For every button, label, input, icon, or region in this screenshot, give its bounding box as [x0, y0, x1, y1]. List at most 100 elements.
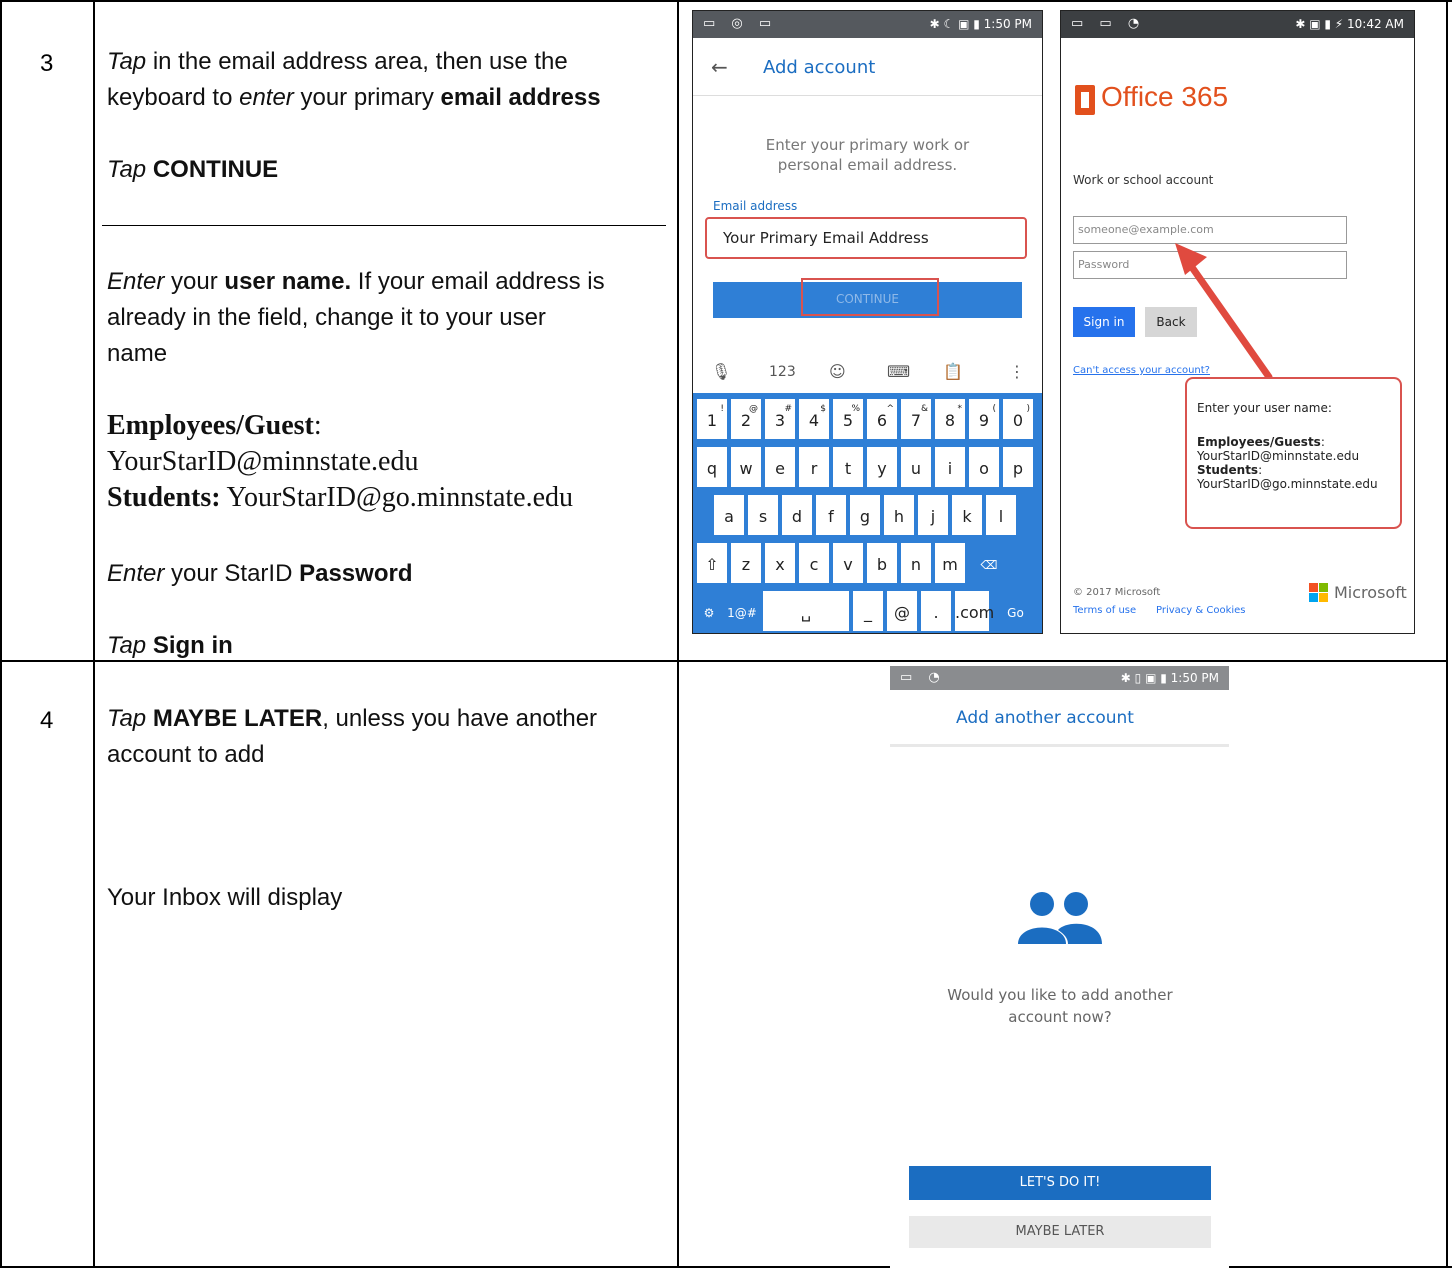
key-b[interactable]: b: [867, 543, 897, 583]
table-right-border: [1446, 0, 1448, 662]
email-field-label: Email address: [713, 199, 798, 213]
prompt-text: Enter your primary work or personal emai…: [765, 136, 970, 174]
space-key[interactable]: ␣: [763, 591, 849, 631]
key-j[interactable]: j: [918, 495, 948, 535]
numbers-key[interactable]: 123: [769, 364, 796, 380]
key-0[interactable]: 0): [1003, 399, 1033, 439]
back-arrow-icon[interactable]: ←: [711, 55, 728, 79]
dotcom-key[interactable]: .com: [955, 591, 994, 631]
key-h[interactable]: h: [884, 495, 914, 535]
key-7[interactable]: 7 &: [901, 399, 931, 439]
go-key[interactable]: Go: [993, 591, 1038, 631]
key-q[interactable]: q: [697, 447, 727, 487]
key-3[interactable]: 3 #: [765, 399, 795, 439]
key-m[interactable]: m: [935, 543, 965, 583]
continue-button[interactable]: CONTINUE: [713, 278, 1022, 318]
emph-tap: Tap: [107, 48, 147, 75]
key-t[interactable]: t: [833, 447, 863, 487]
key-6[interactable]: 6 ^: [867, 399, 897, 439]
shift-key-label: ⇧: [705, 555, 719, 574]
email-field[interactable]: Your Primary Email Address: [705, 217, 1027, 259]
username-callout: Enter your user name: Employees/Guests: …: [1185, 377, 1402, 529]
key-c-label: c: [809, 555, 819, 574]
key-4-alt: $: [820, 404, 826, 414]
key-e[interactable]: e: [765, 447, 795, 487]
go-key-label: Go: [1007, 606, 1024, 620]
callout-employees-value: YourStarID@minnstate.edu: [1197, 449, 1360, 463]
key-c[interactable]: c: [799, 543, 829, 583]
key-s[interactable]: s: [748, 495, 778, 535]
at-key-label: @: [894, 603, 910, 622]
key-l[interactable]: l: [986, 495, 1016, 535]
underscore-key[interactable]: _: [853, 591, 883, 631]
status-icons: ✱ ☾ ▣ ▮: [929, 17, 984, 31]
key-a[interactable]: a: [714, 495, 744, 535]
key-f[interactable]: f: [816, 495, 846, 535]
underscore-key-label: _: [864, 603, 872, 622]
table-top-border: [0, 0, 1452, 2]
key-w[interactable]: w: [731, 447, 761, 487]
callout-students-value: YourStarID@go.minnstate.edu: [1197, 477, 1378, 491]
symbols-key[interactable]: 1@#: [725, 591, 759, 631]
key-k-label: k: [962, 507, 972, 526]
emoji-icon[interactable]: ☺: [829, 362, 846, 381]
step-number: 4: [40, 707, 54, 734]
settings-key[interactable]: ⚙: [695, 591, 723, 631]
shift-key[interactable]: ⇧: [697, 543, 727, 583]
more-icon[interactable]: ⋮: [1009, 362, 1025, 381]
table-left-border: [0, 0, 2, 1268]
step3-sign-in: Tap Sign in: [107, 632, 233, 659]
key-9[interactable]: 9(: [969, 399, 999, 439]
key-u[interactable]: u: [901, 447, 931, 487]
backspace-key[interactable]: ⌫: [969, 543, 1009, 583]
key-1-label: 1: [706, 411, 718, 430]
clipboard-icon[interactable]: 📋: [943, 362, 963, 381]
terms-link[interactable]: Terms of use: [1073, 605, 1136, 616]
key-g[interactable]: g: [850, 495, 880, 535]
symbols-key-label: 1@#: [727, 606, 757, 620]
at-key[interactable]: @: [887, 591, 917, 631]
column-divider-1: [93, 0, 95, 1268]
key-x-label: x: [775, 555, 785, 574]
status-bar: ▭ ◔ ✱ ▯ ▣ ▮ 1:50 PM: [890, 666, 1229, 690]
copyright-text: © 2017 Microsoft: [1073, 587, 1161, 598]
settings-key-label: ⚙: [703, 606, 715, 620]
lets-do-it-button[interactable]: LET'S DO IT!: [909, 1166, 1211, 1200]
key-1[interactable]: 1!: [697, 399, 727, 439]
key-8-alt: *: [957, 404, 963, 414]
key-w-label: w: [739, 459, 753, 478]
key-p[interactable]: p: [1003, 447, 1033, 487]
microsoft-logo-icon: [1309, 583, 1329, 603]
key-o[interactable]: o: [969, 447, 999, 487]
period-key[interactable]: .: [921, 591, 951, 631]
username-formats: Employees/Guest: YourStarID@minnstate.ed…: [107, 410, 574, 513]
key-8[interactable]: 8 *: [935, 399, 965, 439]
key-u-label: u: [910, 459, 922, 478]
key-r[interactable]: r: [799, 447, 829, 487]
key-h-label: h: [893, 507, 905, 526]
maybe-later-button[interactable]: MAYBE LATER: [909, 1216, 1211, 1248]
step3-instruction: Tap in the email address area, then use …: [107, 48, 601, 111]
key-y[interactable]: y: [867, 447, 897, 487]
privacy-link[interactable]: Privacy & Cookies: [1156, 605, 1246, 616]
key-5[interactable]: 5%: [833, 399, 863, 439]
step3-divider: [102, 225, 666, 226]
key-k[interactable]: k: [952, 495, 982, 535]
key-2[interactable]: 2 @: [731, 399, 761, 439]
header-divider: [890, 744, 1229, 747]
microphone-icon[interactable]: 🎙: [711, 362, 731, 381]
status-icons: ✱ ▯ ▣ ▮: [1120, 671, 1171, 685]
key-v[interactable]: v: [833, 543, 863, 583]
key-i-label: i: [947, 459, 953, 478]
table-right-border: [1446, 660, 1448, 1268]
key-x[interactable]: x: [765, 543, 795, 583]
key-8-label: 8: [944, 411, 956, 430]
keyboard-icon[interactable]: ⌨: [887, 362, 910, 381]
key-z[interactable]: z: [731, 543, 761, 583]
key-4[interactable]: 4 $: [799, 399, 829, 439]
key-5-alt: %: [851, 404, 860, 414]
key-i[interactable]: i: [935, 447, 965, 487]
key-d[interactable]: d: [782, 495, 812, 535]
key-n[interactable]: n: [901, 543, 931, 583]
key-r-label: r: [810, 459, 818, 478]
